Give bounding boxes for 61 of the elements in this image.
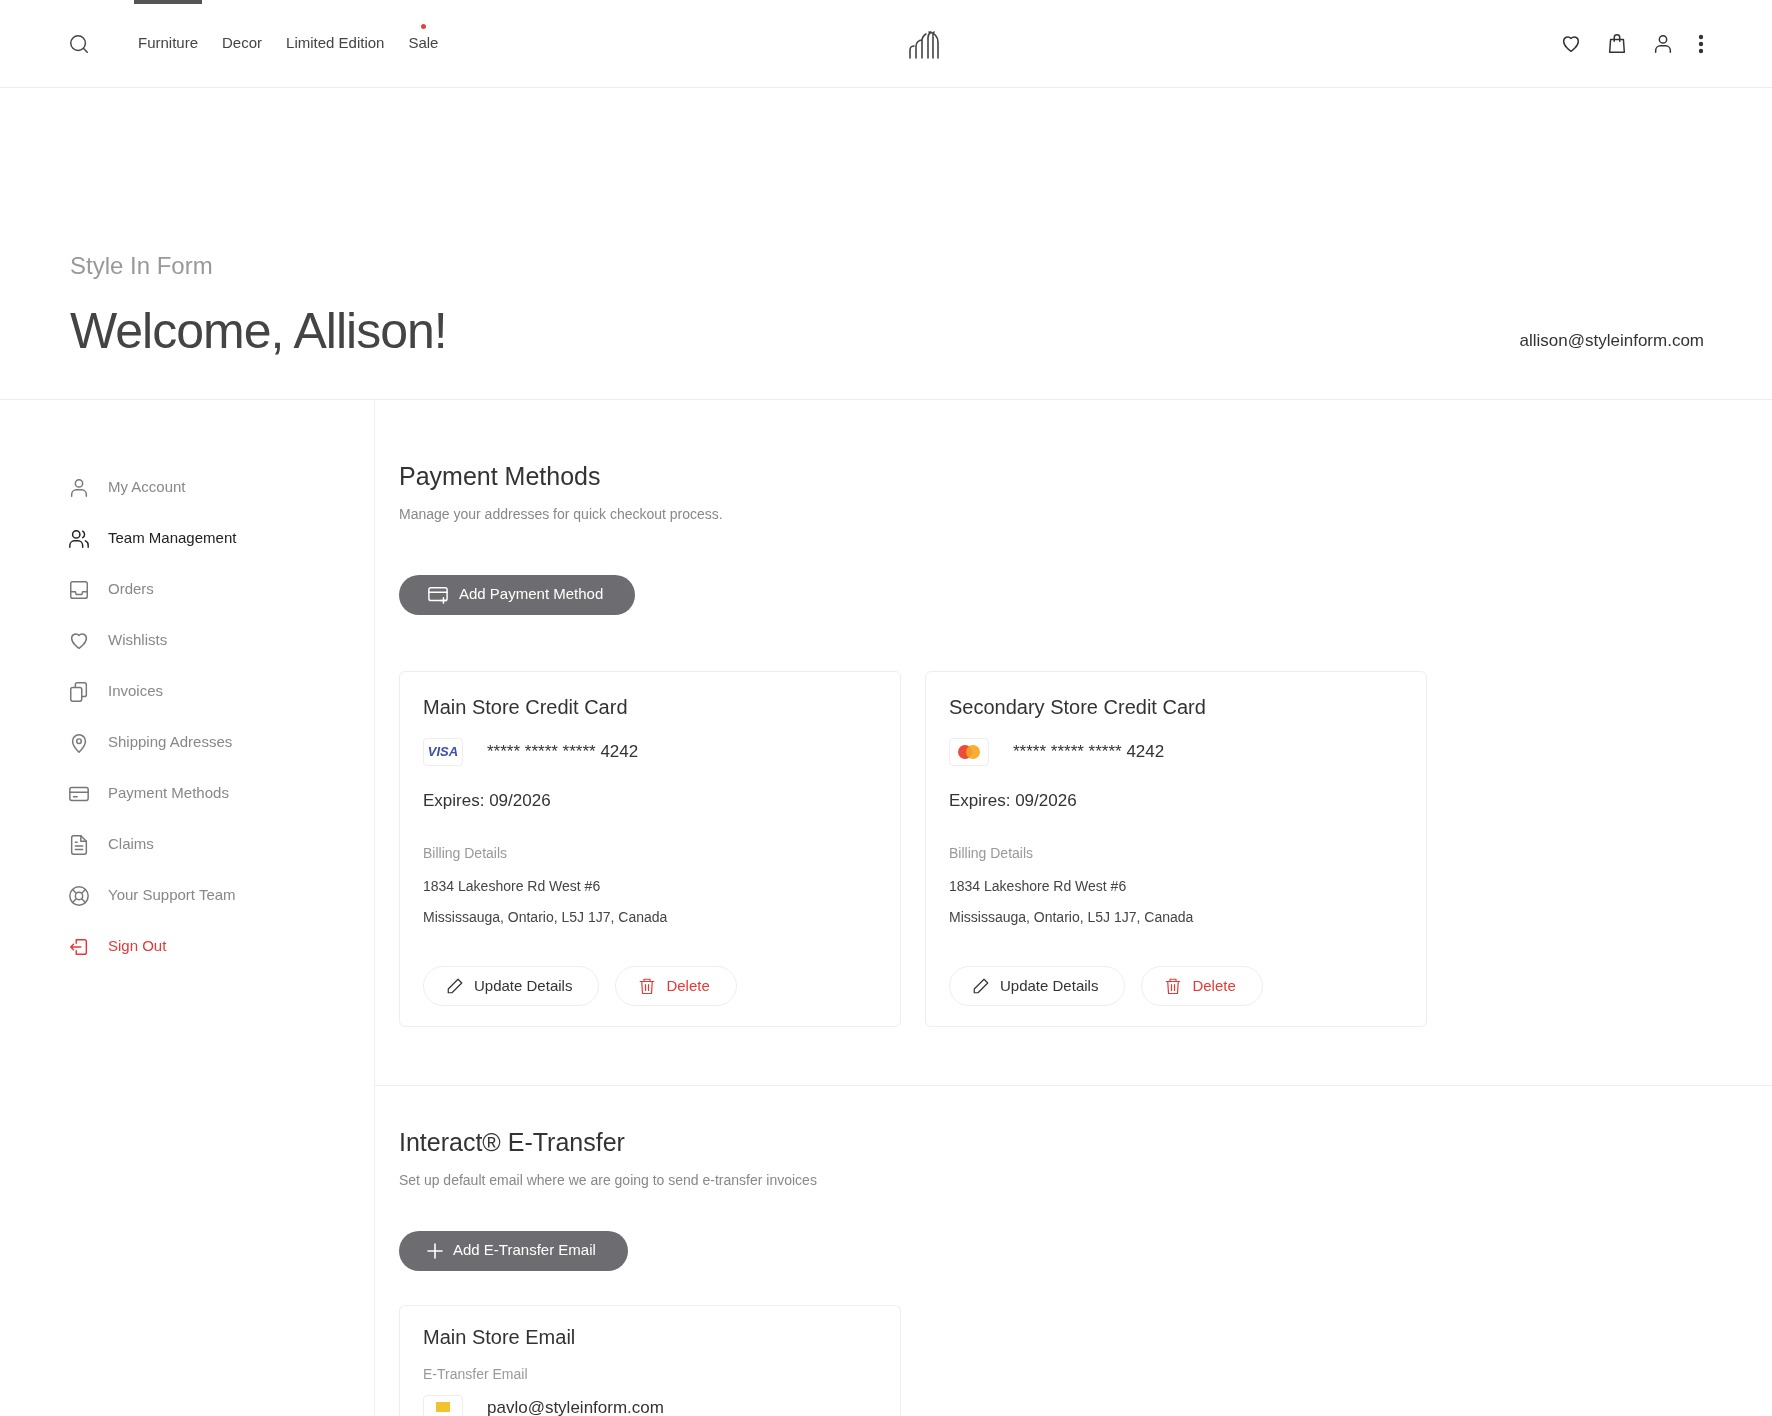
add-email-button[interactable]: Add E-Transfer Email xyxy=(399,1230,628,1271)
shopping-bag-icon[interactable] xyxy=(1606,32,1628,55)
sidebar-item[interactable]: Invoices xyxy=(68,666,164,717)
more-icon[interactable] xyxy=(1698,33,1704,54)
delete-button[interactable]: Delete xyxy=(615,966,737,1006)
card-plus-icon xyxy=(427,584,449,605)
welcome-heading: Welcome, Allison! xyxy=(70,302,447,361)
nav-link[interactable]: Sale xyxy=(408,0,439,88)
sidebar-item[interactable]: My Account xyxy=(68,462,186,513)
section-description: Set up default email where we are going to send e-transfer invoices xyxy=(399,1170,818,1190)
brand-name: Style In Form xyxy=(70,251,214,281)
card-title: Secondary Store Credit Card xyxy=(949,694,1207,720)
sidebar-item[interactable]: Sign Out xyxy=(68,921,167,972)
sidebar-item[interactable]: Claims xyxy=(68,819,154,870)
email-label: E-Transfer Email xyxy=(423,1364,529,1384)
billing-label: Billing Details xyxy=(423,844,509,863)
trash-icon xyxy=(638,976,657,996)
section-title: Interact® E-Transfer xyxy=(399,1127,626,1158)
delete-button[interactable]: Delete xyxy=(1141,966,1263,1006)
nav-link[interactable]: Limited Edition xyxy=(286,0,385,88)
sidebar-item[interactable]: Shipping Adresses xyxy=(68,717,233,768)
section-title: Payment Methods xyxy=(399,461,602,492)
pencil-icon xyxy=(972,977,990,995)
address-line: Mississauga, Ontario, L5J 1J7, Canada xyxy=(423,908,669,927)
logo-icon[interactable] xyxy=(907,28,942,59)
plus-icon xyxy=(427,1242,443,1259)
tray-icon xyxy=(68,578,90,601)
expiry-date: Expires: 09/2026 xyxy=(423,789,552,812)
update-button[interactable]: Update Details xyxy=(423,966,600,1006)
card-number: ***** ***** ***** 4242 xyxy=(487,740,639,763)
person-icon xyxy=(68,476,90,499)
add-payment-button[interactable]: Add Payment Method xyxy=(399,574,636,615)
nav-link[interactable]: Decor xyxy=(222,0,263,88)
sidebar-item[interactable]: Your Support Team xyxy=(68,870,236,921)
address-line: Mississauga, Ontario, L5J 1J7, Canada xyxy=(949,908,1195,927)
update-button[interactable]: Update Details xyxy=(949,966,1126,1006)
address-line: 1834 Lakeshore Rd West #6 xyxy=(423,877,602,896)
documents-icon xyxy=(68,680,90,703)
circles-icon xyxy=(955,742,983,761)
billing-label: Billing Details xyxy=(949,844,1035,863)
user-icon[interactable] xyxy=(1652,32,1674,55)
section-description: Manage your addresses for quick checkout process. xyxy=(399,504,724,524)
lifebuoy-icon xyxy=(68,884,90,907)
address-line: 1834 Lakeshore Rd West #6 xyxy=(949,877,1128,896)
card-title: Main Store Email xyxy=(423,1324,577,1350)
pencil-icon xyxy=(446,977,464,995)
people-icon xyxy=(68,527,90,550)
card-title: Main Store Credit Card xyxy=(423,694,629,720)
search-icon[interactable] xyxy=(68,32,90,55)
expiry-date: Expires: 09/2026 xyxy=(949,789,1078,812)
sidebar-item[interactable]: Payment Methods xyxy=(68,768,229,819)
trash-icon xyxy=(1164,976,1183,996)
email-address: pavlo@styleinform.com xyxy=(487,1396,664,1416)
account-email: allison@styleinform.com xyxy=(1519,329,1704,352)
sidebar-item[interactable]: Team Management xyxy=(68,513,237,564)
sidebar-item[interactable]: Orders xyxy=(68,564,154,615)
card-number: ***** ***** ***** 4242 xyxy=(1013,740,1165,763)
brand-text: VISA xyxy=(427,742,459,761)
document-icon xyxy=(68,833,90,856)
interac-logo xyxy=(423,1395,463,1416)
sidebar-item[interactable]: Wishlists xyxy=(68,615,168,666)
